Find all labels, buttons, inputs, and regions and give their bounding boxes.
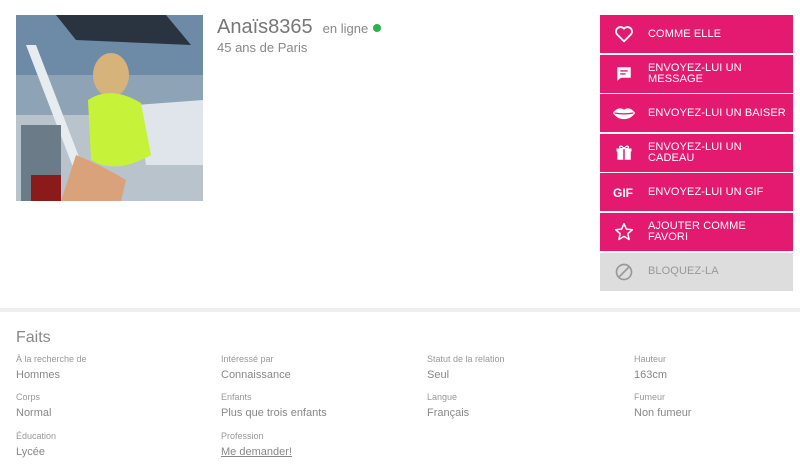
block-button[interactable]: BLOQUEZ-LA <box>600 252 793 291</box>
username: Anaïs8365 <box>217 16 313 38</box>
facts-title: Faits <box>16 329 51 346</box>
send-message-button[interactable]: ENVOYEZ-LUI UN MESSAGE <box>600 54 793 93</box>
fact-smoker: Fumeur Non fumeur <box>634 392 800 420</box>
send-kiss-label: ENVOYEZ-LUI UN BAISER <box>648 106 786 119</box>
block-icon <box>600 253 648 291</box>
fact-value: Lycée <box>16 446 45 458</box>
like-button[interactable]: COMME ELLE <box>600 15 793 53</box>
fact-key: Statut de la relation <box>427 354 505 364</box>
fact-key: Corps <box>16 392 41 402</box>
star-icon <box>600 213 648 251</box>
fact-value: Plus que trois enfants <box>221 407 327 419</box>
heart-icon <box>600 15 648 53</box>
name-row: Anaïs8365 en ligne <box>217 16 382 39</box>
like-label: COMME ELLE <box>648 27 722 40</box>
svg-text:GIF: GIF <box>613 186 633 199</box>
fact-value: 163cm <box>634 369 668 381</box>
fact-value: Seul <box>427 369 450 381</box>
fact-key: Profession <box>221 431 264 441</box>
profile-header: Anaïs8365 en ligne 45 ans de Paris COMME… <box>0 0 800 308</box>
ask-me-link[interactable]: Me demander! <box>221 445 411 459</box>
fact-profession: Profession Me demander! <box>221 431 411 459</box>
add-favorite-label: AJOUTER COMME FAVORI <box>648 219 746 243</box>
fact-value: Normal <box>16 407 52 419</box>
action-list: COMME ELLE ENVOYEZ-LUI UN MESSAGE ENVOYE… <box>600 15 793 292</box>
fact-body: Corps Normal <box>16 392 206 420</box>
fact-language: Langue Français <box>427 392 617 420</box>
fact-value: Connaissance <box>221 369 291 381</box>
fact-key: Langue <box>427 392 458 402</box>
fact-value: Hommes <box>16 369 61 381</box>
add-favorite-button[interactable]: AJOUTER COMME FAVORI <box>600 212 793 251</box>
facts-section: Faits À la recherche de Hommes Intéressé… <box>0 312 800 466</box>
block-label: BLOQUEZ-LA <box>648 265 719 278</box>
chat-bubble-icon <box>600 55 648 93</box>
fact-key: Éducation <box>16 431 57 441</box>
fact-value: Non fumeur <box>634 407 692 419</box>
gift-icon <box>600 134 648 172</box>
profile-photo-image <box>16 15 203 201</box>
online-status: en ligne <box>322 21 369 36</box>
fact-key: Fumeur <box>634 392 666 402</box>
fact-height: Hauteur 163cm <box>634 354 800 382</box>
send-kiss-button[interactable]: ENVOYEZ-LUI UN BAISER <box>600 94 793 133</box>
fact-key: Hauteur <box>634 354 667 364</box>
fact-key: À la recherche de <box>16 354 87 364</box>
send-gif-label: ENVOYEZ-LUI UN GIF <box>648 185 764 198</box>
fact-looking-for: À la recherche de Hommes <box>16 354 206 382</box>
online-indicator-icon <box>373 24 382 32</box>
fact-relationship-status: Statut de la relation Seul <box>427 354 617 382</box>
gif-icon: GIF <box>600 173 648 211</box>
fact-interested-in: Intéressé par Connaissance <box>221 354 411 382</box>
send-gift-label: ENVOYEZ-LUI UN CADEAU <box>648 140 742 164</box>
send-gif-button[interactable]: GIF ENVOYEZ-LUI UN GIF <box>600 173 793 212</box>
age-location: 45 ans de Paris <box>217 40 308 55</box>
fact-education: Éducation Lycée <box>16 431 206 459</box>
fact-key: Intéressé par <box>221 354 274 364</box>
lips-icon <box>600 94 648 132</box>
profile-photo[interactable] <box>16 15 203 201</box>
send-message-label: ENVOYEZ-LUI UN MESSAGE <box>648 61 742 85</box>
send-gift-button[interactable]: ENVOYEZ-LUI UN CADEAU <box>600 133 793 172</box>
fact-value: Français <box>427 407 470 419</box>
fact-key: Enfants <box>221 392 252 402</box>
fact-children: Enfants Plus que trois enfants <box>221 392 411 420</box>
